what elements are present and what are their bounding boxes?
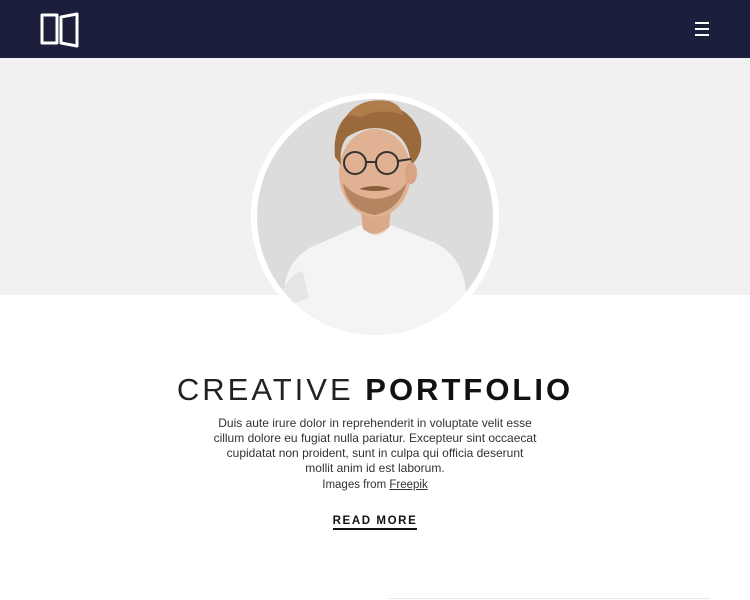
hamburger-menu-icon[interactable] [690,19,714,39]
page-title: CREATIVE PORTFOLIO [0,370,750,410]
description-text: Duis aute irure dolor in reprehenderit i… [213,416,537,475]
title-light-text: CREATIVE [176,372,354,407]
title-bold-text: PORTFOLIO [365,372,574,407]
credit-prefix: Images from [322,479,387,491]
portrait-photo [251,93,499,341]
freepik-link[interactable]: Freepik [389,479,427,491]
image-credit: Images from Freepik [0,479,750,491]
divider-line [389,598,710,599]
read-more-wrapper: READ MORE [0,511,750,530]
read-more-button[interactable]: READ MORE [332,515,418,530]
book-logo-icon[interactable] [40,12,80,48]
site-header [0,0,750,58]
